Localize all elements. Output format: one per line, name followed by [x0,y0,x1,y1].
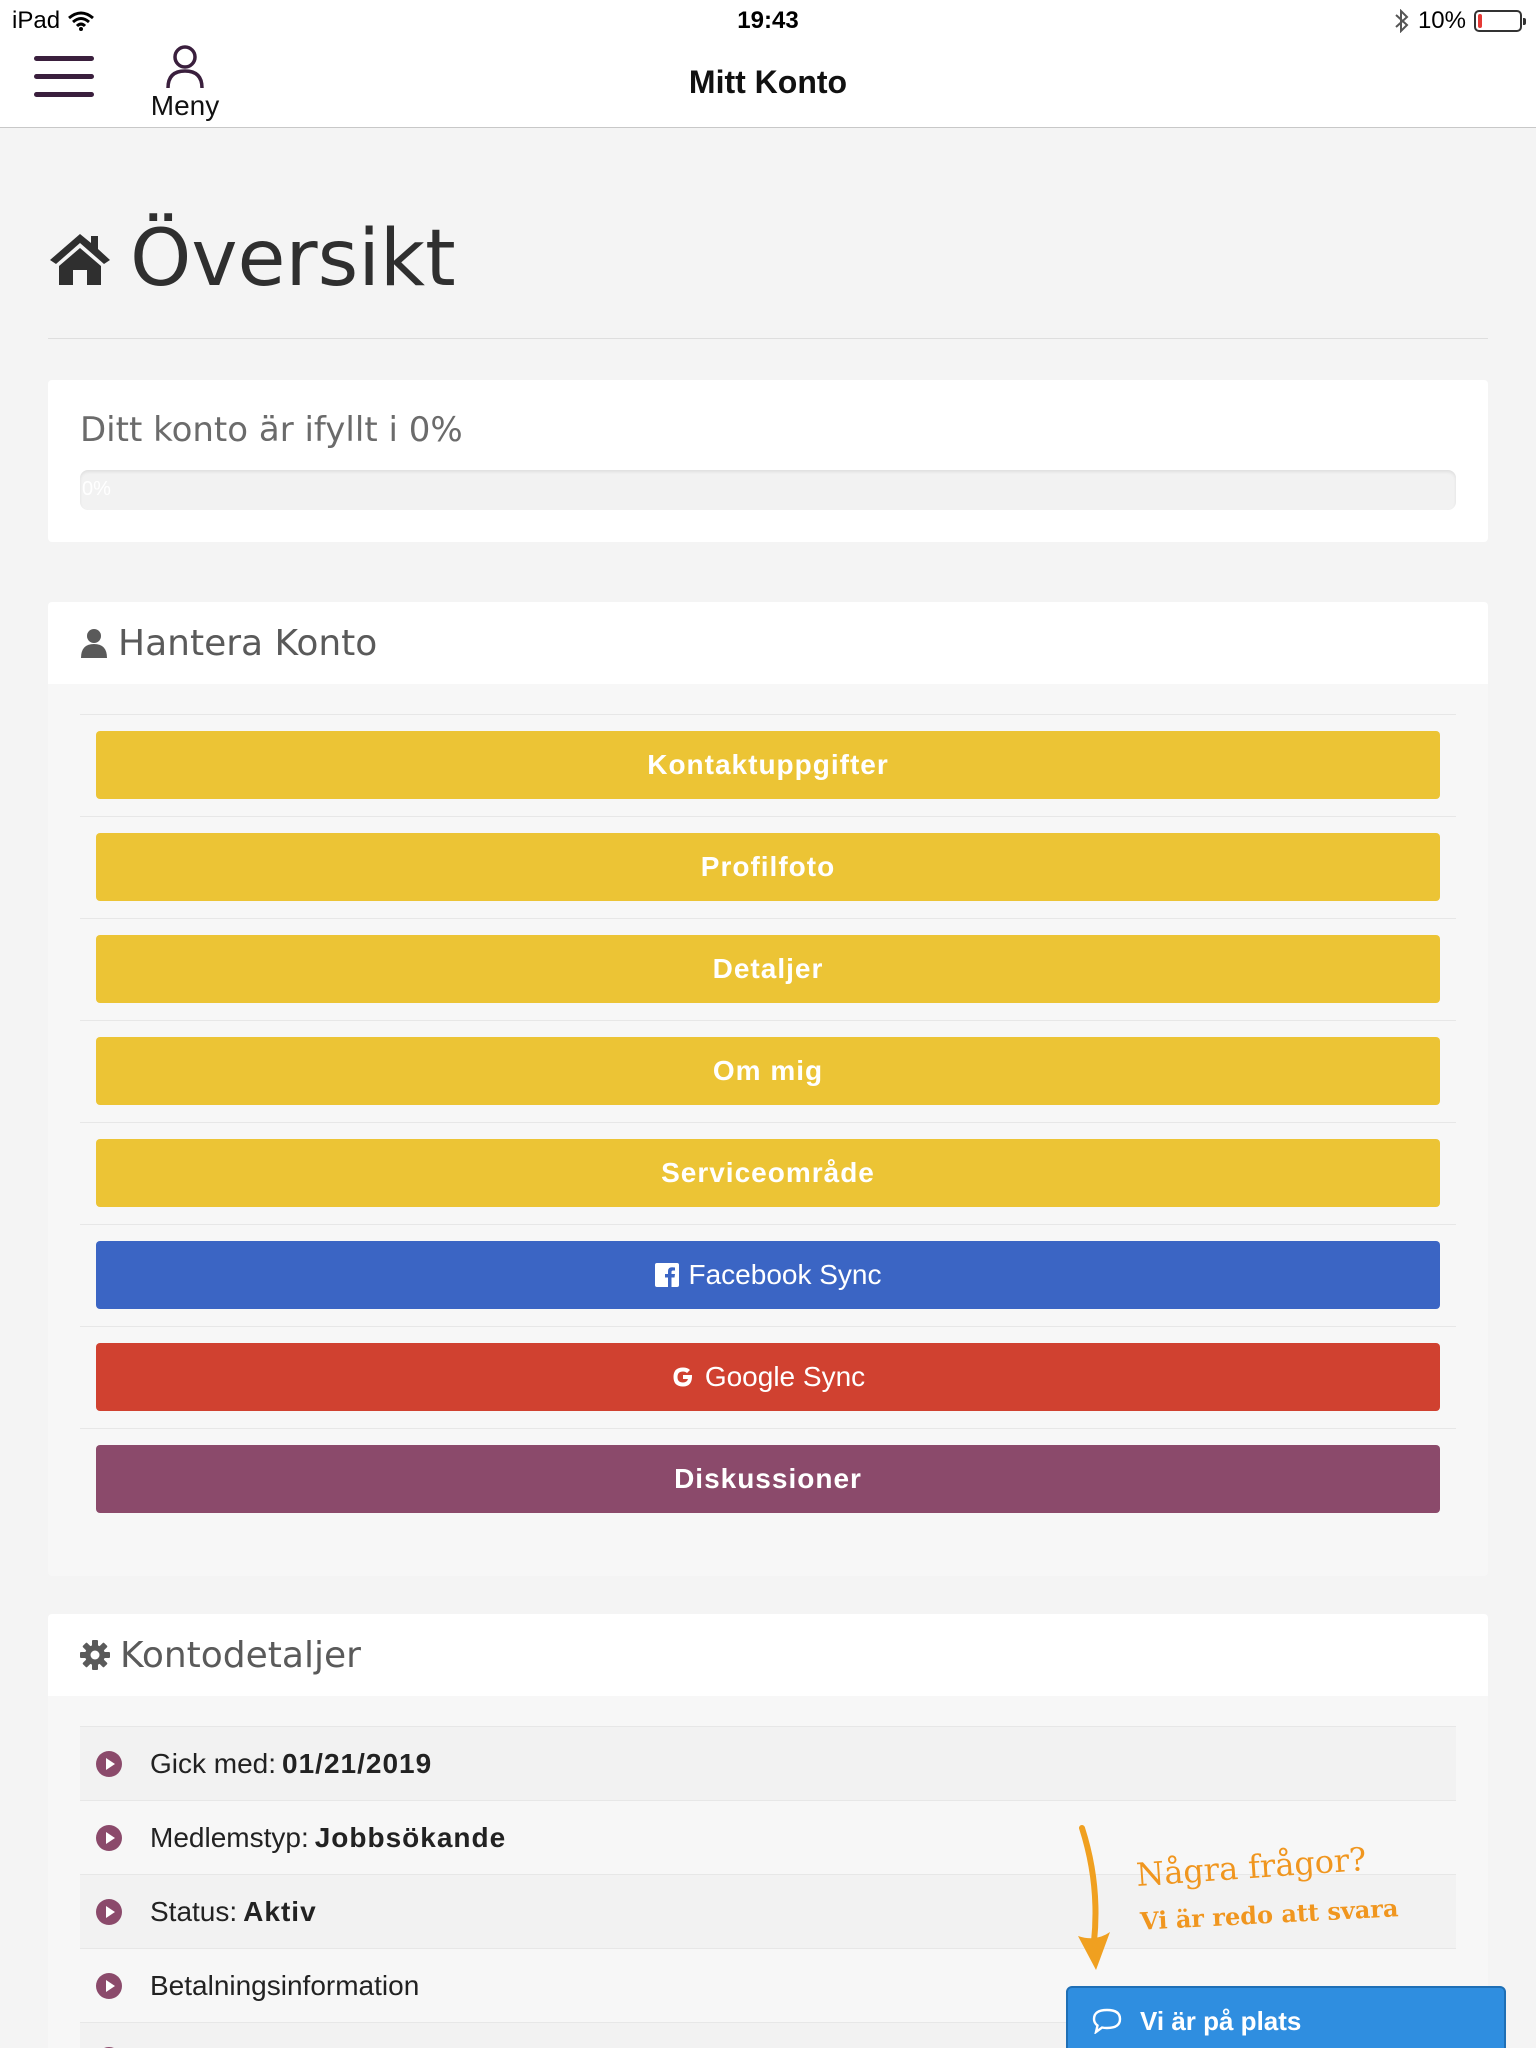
list-item: Profilfoto [80,816,1456,918]
progress-bar: 0% [80,470,1456,510]
detail-row-joined: Gick med: 01/21/2019 [80,1726,1456,1800]
page-title: Översikt [48,214,456,304]
manage-account-heading: Hantera Konto [118,622,378,664]
gear-icon [80,1640,110,1670]
chat-subtext: Vi är redo att svara [1139,1893,1400,1936]
account-details-header: Kontodetaljer [48,1614,1488,1696]
chat-bubble-icon [1092,2008,1122,2034]
facebook-sync-button[interactable]: Facebook Sync [96,1241,1440,1309]
play-circle-icon [96,1750,122,1777]
nav-title: Mitt Konto [688,64,848,100]
manage-account-buttons: Kontaktuppgifter Profilfoto Detaljer Om … [80,714,1456,1530]
detail-label: Gick med: [150,1747,277,1779]
about-me-button[interactable]: Om mig [96,1037,1440,1105]
progress-card: Ditt konto är ifyllt i 0% 0% [48,380,1488,542]
home-icon [50,234,110,285]
detail-value: Jobbsökande [314,1821,507,1853]
manage-account-card: Hantera Konto Kontaktuppgifter Profilfot… [48,602,1488,1576]
status-time: 19:43 [737,7,799,34]
status-bar: iPad 19:43 10% [0,0,1536,40]
title-divider [48,338,1488,339]
chat-question: Några frågor? [1134,1840,1368,1894]
discussions-button[interactable]: Diskussioner [96,1445,1440,1513]
button-label: Profilfoto [700,851,836,882]
button-label: Facebook Sync [688,1259,882,1290]
nav-bar: Meny Mitt Konto [0,40,1536,128]
list-item: Google Sync [80,1326,1456,1428]
battery-level [1478,14,1482,28]
user-icon [81,629,107,658]
detail-label: Betalningsinformation [150,1969,420,2001]
button-label: Serviceområde [661,1157,875,1188]
profile-photo-button[interactable]: Profilfoto [96,833,1440,901]
details-button[interactable]: Detaljer [96,935,1440,1003]
list-item: Kontaktuppgifter [80,714,1456,816]
progress-bar-text: 0% [82,478,111,500]
button-label: Om mig [712,1055,824,1086]
chat-callout: Några frågor? Vi är redo att svara [1070,1824,1420,1974]
list-item: Serviceområde [80,1122,1456,1224]
bluetooth-icon [1395,9,1409,33]
detail-value: 01/21/2019 [282,1747,433,1779]
button-label: Kontaktuppgifter [647,749,889,780]
button-label: Diskussioner [674,1463,862,1494]
progress-label: Ditt konto är ifyllt i 0% [80,410,463,450]
manage-account-header: Hantera Konto [48,602,1488,684]
arrow-down-icon [1078,1825,1110,1970]
list-item: Diskussioner [80,1428,1456,1530]
status-right: 10% [1394,7,1526,35]
detail-label: Medlemstyp: [150,1821,309,1853]
google-icon [673,1367,692,1387]
detail-label: Status: [150,1895,238,1927]
contact-info-button[interactable]: Kontaktuppgifter [96,731,1440,799]
detail-value: Aktiv [243,1895,317,1927]
battery-icon [1474,10,1526,32]
google-sync-button[interactable]: Google Sync [96,1343,1440,1411]
page-title-text: Översikt [130,214,456,304]
list-item: Facebook Sync [80,1224,1456,1326]
list-item: Detaljer [80,918,1456,1020]
play-circle-icon [96,1824,122,1851]
play-circle-icon [96,1972,122,1999]
account-details-heading: Kontodetaljer [120,1634,361,1676]
service-area-button[interactable]: Serviceområde [96,1139,1440,1207]
live-chat-button[interactable]: Vi är på plats [1066,1986,1506,2048]
button-label: Google Sync [704,1361,866,1392]
facebook-icon [654,1263,679,1287]
list-item: Om mig [80,1020,1456,1122]
battery-percent: 10% [1417,7,1466,34]
button-label: Detaljer [712,953,824,984]
play-circle-icon [96,1898,122,1925]
chat-button-label: Vi är på plats [1140,2005,1302,2036]
